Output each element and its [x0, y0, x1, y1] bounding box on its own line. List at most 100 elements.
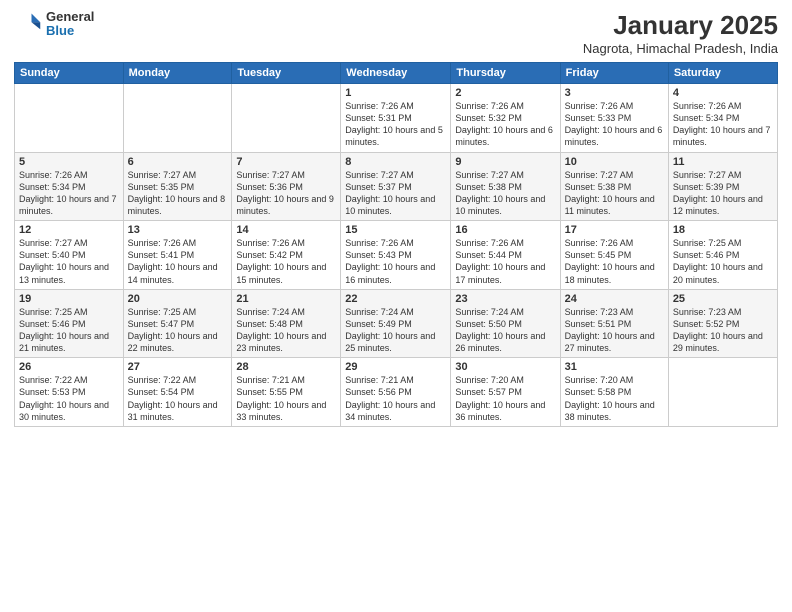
calendar-cell: 20Sunrise: 7:25 AMSunset: 5:47 PMDayligh…	[123, 289, 232, 358]
calendar-week-row: 19Sunrise: 7:25 AMSunset: 5:46 PMDayligh…	[15, 289, 778, 358]
calendar-cell: 6Sunrise: 7:27 AMSunset: 5:35 PMDaylight…	[123, 152, 232, 221]
day-info: Sunrise: 7:26 AMSunset: 5:41 PMDaylight:…	[128, 237, 228, 286]
calendar-cell: 29Sunrise: 7:21 AMSunset: 5:56 PMDayligh…	[341, 358, 451, 427]
main-title: January 2025	[583, 10, 778, 41]
calendar-cell	[668, 358, 777, 427]
calendar-week-row: 12Sunrise: 7:27 AMSunset: 5:40 PMDayligh…	[15, 221, 778, 290]
day-info: Sunrise: 7:27 AMSunset: 5:39 PMDaylight:…	[673, 169, 773, 218]
logo-general: General	[46, 10, 94, 24]
day-info: Sunrise: 7:20 AMSunset: 5:58 PMDaylight:…	[565, 374, 664, 423]
day-info: Sunrise: 7:22 AMSunset: 5:53 PMDaylight:…	[19, 374, 119, 423]
day-number: 31	[565, 361, 664, 373]
day-number: 9	[455, 156, 555, 168]
day-info: Sunrise: 7:24 AMSunset: 5:48 PMDaylight:…	[236, 306, 336, 355]
day-number: 22	[345, 293, 446, 305]
calendar-weekday: Wednesday	[341, 63, 451, 84]
calendar-week-row: 1Sunrise: 7:26 AMSunset: 5:31 PMDaylight…	[15, 84, 778, 153]
day-info: Sunrise: 7:27 AMSunset: 5:35 PMDaylight:…	[128, 169, 228, 218]
day-number: 4	[673, 87, 773, 99]
day-info: Sunrise: 7:26 AMSunset: 5:33 PMDaylight:…	[565, 100, 664, 149]
calendar-cell	[232, 84, 341, 153]
logo: General Blue	[14, 10, 94, 39]
day-number: 8	[345, 156, 446, 168]
day-info: Sunrise: 7:23 AMSunset: 5:52 PMDaylight:…	[673, 306, 773, 355]
day-number: 10	[565, 156, 664, 168]
calendar-cell: 8Sunrise: 7:27 AMSunset: 5:37 PMDaylight…	[341, 152, 451, 221]
calendar-weekday: Tuesday	[232, 63, 341, 84]
day-info: Sunrise: 7:27 AMSunset: 5:38 PMDaylight:…	[565, 169, 664, 218]
day-number: 2	[455, 87, 555, 99]
day-number: 26	[19, 361, 119, 373]
title-block: January 2025 Nagrota, Himachal Pradesh, …	[583, 10, 778, 56]
day-number: 24	[565, 293, 664, 305]
day-info: Sunrise: 7:25 AMSunset: 5:46 PMDaylight:…	[673, 237, 773, 286]
calendar-cell: 11Sunrise: 7:27 AMSunset: 5:39 PMDayligh…	[668, 152, 777, 221]
calendar-cell: 10Sunrise: 7:27 AMSunset: 5:38 PMDayligh…	[560, 152, 668, 221]
day-number: 15	[345, 224, 446, 236]
day-number: 12	[19, 224, 119, 236]
calendar-cell: 23Sunrise: 7:24 AMSunset: 5:50 PMDayligh…	[451, 289, 560, 358]
day-number: 5	[19, 156, 119, 168]
day-info: Sunrise: 7:24 AMSunset: 5:49 PMDaylight:…	[345, 306, 446, 355]
day-info: Sunrise: 7:22 AMSunset: 5:54 PMDaylight:…	[128, 374, 228, 423]
calendar-cell: 15Sunrise: 7:26 AMSunset: 5:43 PMDayligh…	[341, 221, 451, 290]
calendar-weekday: Monday	[123, 63, 232, 84]
day-number: 19	[19, 293, 119, 305]
calendar-cell: 4Sunrise: 7:26 AMSunset: 5:34 PMDaylight…	[668, 84, 777, 153]
calendar-cell: 9Sunrise: 7:27 AMSunset: 5:38 PMDaylight…	[451, 152, 560, 221]
calendar-cell	[123, 84, 232, 153]
calendar-cell: 3Sunrise: 7:26 AMSunset: 5:33 PMDaylight…	[560, 84, 668, 153]
day-info: Sunrise: 7:27 AMSunset: 5:36 PMDaylight:…	[236, 169, 336, 218]
calendar-week-row: 5Sunrise: 7:26 AMSunset: 5:34 PMDaylight…	[15, 152, 778, 221]
calendar-cell: 13Sunrise: 7:26 AMSunset: 5:41 PMDayligh…	[123, 221, 232, 290]
calendar-cell: 19Sunrise: 7:25 AMSunset: 5:46 PMDayligh…	[15, 289, 124, 358]
day-info: Sunrise: 7:21 AMSunset: 5:56 PMDaylight:…	[345, 374, 446, 423]
day-info: Sunrise: 7:27 AMSunset: 5:38 PMDaylight:…	[455, 169, 555, 218]
day-number: 29	[345, 361, 446, 373]
calendar-weekday: Sunday	[15, 63, 124, 84]
calendar-weekday: Thursday	[451, 63, 560, 84]
day-info: Sunrise: 7:26 AMSunset: 5:45 PMDaylight:…	[565, 237, 664, 286]
day-number: 7	[236, 156, 336, 168]
day-number: 1	[345, 87, 446, 99]
calendar-cell: 31Sunrise: 7:20 AMSunset: 5:58 PMDayligh…	[560, 358, 668, 427]
day-number: 11	[673, 156, 773, 168]
calendar-cell: 27Sunrise: 7:22 AMSunset: 5:54 PMDayligh…	[123, 358, 232, 427]
day-number: 25	[673, 293, 773, 305]
calendar-header-row: SundayMondayTuesdayWednesdayThursdayFrid…	[15, 63, 778, 84]
calendar-cell: 26Sunrise: 7:22 AMSunset: 5:53 PMDayligh…	[15, 358, 124, 427]
day-number: 16	[455, 224, 555, 236]
day-number: 28	[236, 361, 336, 373]
header: General Blue January 2025 Nagrota, Himac…	[14, 10, 778, 56]
day-info: Sunrise: 7:26 AMSunset: 5:42 PMDaylight:…	[236, 237, 336, 286]
day-info: Sunrise: 7:26 AMSunset: 5:43 PMDaylight:…	[345, 237, 446, 286]
day-info: Sunrise: 7:27 AMSunset: 5:37 PMDaylight:…	[345, 169, 446, 218]
calendar-cell	[15, 84, 124, 153]
subtitle: Nagrota, Himachal Pradesh, India	[583, 41, 778, 56]
calendar-cell: 5Sunrise: 7:26 AMSunset: 5:34 PMDaylight…	[15, 152, 124, 221]
calendar-cell: 28Sunrise: 7:21 AMSunset: 5:55 PMDayligh…	[232, 358, 341, 427]
calendar-cell: 18Sunrise: 7:25 AMSunset: 5:46 PMDayligh…	[668, 221, 777, 290]
calendar-cell: 12Sunrise: 7:27 AMSunset: 5:40 PMDayligh…	[15, 221, 124, 290]
day-info: Sunrise: 7:26 AMSunset: 5:34 PMDaylight:…	[19, 169, 119, 218]
calendar: SundayMondayTuesdayWednesdayThursdayFrid…	[14, 62, 778, 427]
day-info: Sunrise: 7:27 AMSunset: 5:40 PMDaylight:…	[19, 237, 119, 286]
calendar-cell: 22Sunrise: 7:24 AMSunset: 5:49 PMDayligh…	[341, 289, 451, 358]
day-info: Sunrise: 7:25 AMSunset: 5:46 PMDaylight:…	[19, 306, 119, 355]
day-number: 17	[565, 224, 664, 236]
day-info: Sunrise: 7:20 AMSunset: 5:57 PMDaylight:…	[455, 374, 555, 423]
calendar-cell: 17Sunrise: 7:26 AMSunset: 5:45 PMDayligh…	[560, 221, 668, 290]
day-number: 18	[673, 224, 773, 236]
day-number: 14	[236, 224, 336, 236]
calendar-cell: 1Sunrise: 7:26 AMSunset: 5:31 PMDaylight…	[341, 84, 451, 153]
calendar-cell: 24Sunrise: 7:23 AMSunset: 5:51 PMDayligh…	[560, 289, 668, 358]
calendar-weekday: Friday	[560, 63, 668, 84]
day-info: Sunrise: 7:25 AMSunset: 5:47 PMDaylight:…	[128, 306, 228, 355]
page: General Blue January 2025 Nagrota, Himac…	[0, 0, 792, 612]
calendar-cell: 2Sunrise: 7:26 AMSunset: 5:32 PMDaylight…	[451, 84, 560, 153]
calendar-cell: 25Sunrise: 7:23 AMSunset: 5:52 PMDayligh…	[668, 289, 777, 358]
day-info: Sunrise: 7:26 AMSunset: 5:32 PMDaylight:…	[455, 100, 555, 149]
calendar-week-row: 26Sunrise: 7:22 AMSunset: 5:53 PMDayligh…	[15, 358, 778, 427]
day-info: Sunrise: 7:23 AMSunset: 5:51 PMDaylight:…	[565, 306, 664, 355]
logo-icon	[14, 10, 42, 38]
